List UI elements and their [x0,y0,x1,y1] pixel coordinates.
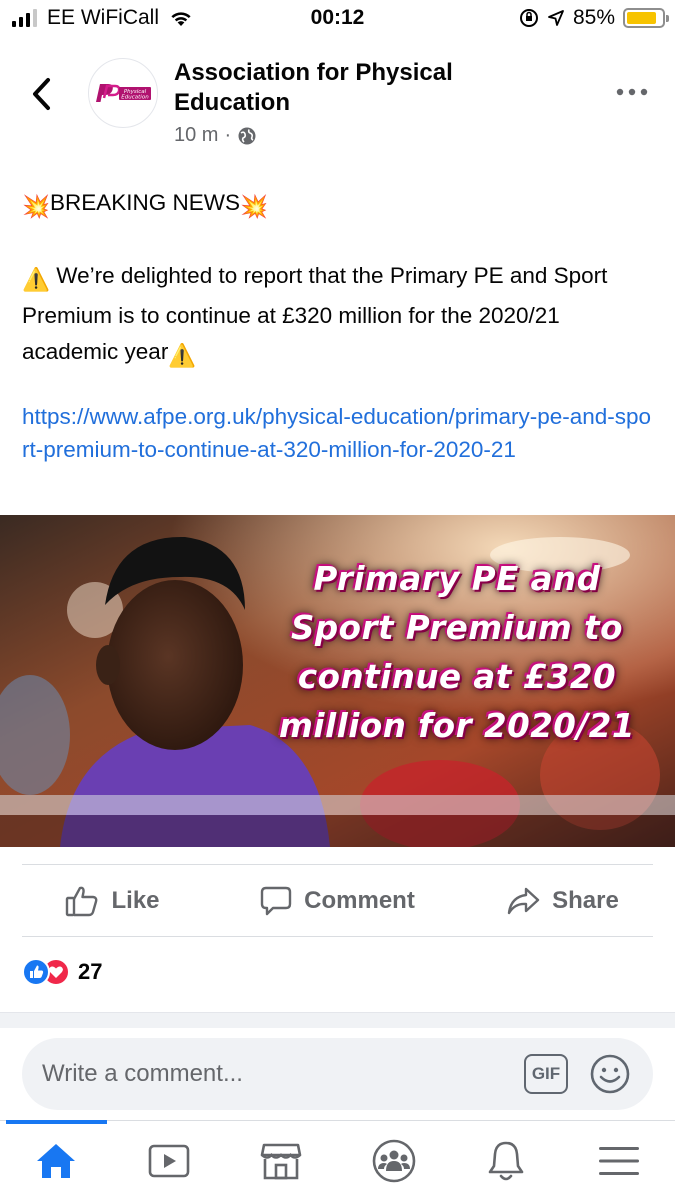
status-left: EE WiFiCall [12,6,193,30]
breaking-news-line: 💥BREAKING NEWS💥 [22,185,652,225]
post-actions: Like Comment Share [0,866,675,936]
svg-text:Education: Education [121,95,149,101]
comment-label: Comment [304,887,415,914]
orientation-lock-icon [519,9,538,27]
page-avatar[interactable]: Physical Education [88,58,158,128]
post-image[interactable]: Primary PE and Sport Premium to continue… [0,515,675,847]
tab-groups[interactable] [338,1121,451,1200]
breaking-news-text: BREAKING NEWS [50,190,241,215]
status-right: 85% [519,6,669,30]
video-play-icon [148,1144,190,1177]
share-arrow-icon [507,887,540,915]
collision-emoji: 💥 [240,194,269,219]
battery-icon [623,8,669,28]
collision-emoji: 💥 [22,194,51,219]
divider [22,864,653,865]
meta-separator: · [224,124,232,146]
signal-strength-icon [12,9,37,27]
home-icon [37,1143,76,1178]
comment-button[interactable]: Comment [225,866,450,936]
comment-input[interactable] [42,1038,512,1110]
post-body: ⚠️ We’re delighted to report that the Pr… [22,258,652,374]
globe-icon [238,127,256,144]
groups-icon [372,1139,416,1182]
post-body-text: We’re delighted to report that the Prima… [22,263,608,364]
wifi-icon [171,12,191,26]
tab-watch[interactable] [113,1121,226,1200]
tab-marketplace[interactable] [225,1121,338,1200]
like-reaction-icon [22,958,50,986]
bell-icon [488,1141,524,1180]
emoji-smiley-icon[interactable] [588,1052,632,1096]
afpe-logo: Physical Education [96,84,151,102]
bottom-tab-bar [0,1120,675,1200]
post-time[interactable]: 10 m [174,124,218,147]
share-label: Share [552,887,619,914]
post-link[interactable]: https://www.afpe.org.uk/physical-educati… [22,400,652,466]
page-name[interactable]: Association for Physical Education [174,58,554,118]
battery-percent: 85% [572,6,615,29]
comment-bubble-icon [260,886,292,916]
status-bar: EE WiFiCall 00:12 85% [0,0,675,40]
hamburger-menu-icon [598,1146,639,1175]
share-button[interactable]: Share [450,866,675,936]
tab-menu[interactable] [563,1121,675,1200]
reaction-summary[interactable]: 27 [22,958,102,986]
section-separator [0,1012,675,1028]
thumbs-up-icon [66,886,98,917]
carrier-label: EE WiFiCall [47,6,160,29]
warning-emoji: ⚠️ [168,343,197,368]
divider [22,936,653,937]
reaction-count: 27 [78,959,103,984]
post-meta: 10 m · [174,124,257,147]
marketplace-shop-icon [260,1143,302,1179]
like-label: Like [111,887,160,914]
more-options-icon[interactable] [615,84,649,100]
comment-composer: GIF [22,1038,653,1110]
back-arrow-icon[interactable] [26,74,60,114]
tab-home[interactable] [0,1120,113,1200]
warning-emoji: ⚠️ [22,267,51,292]
image-headline: Primary PE and Sport Premium to continue… [278,560,636,745]
tab-notifications[interactable] [450,1121,563,1200]
location-arrow-icon [548,10,564,26]
battery-level [627,12,656,24]
like-button[interactable]: Like [0,866,225,936]
gif-button[interactable]: GIF [524,1054,568,1094]
